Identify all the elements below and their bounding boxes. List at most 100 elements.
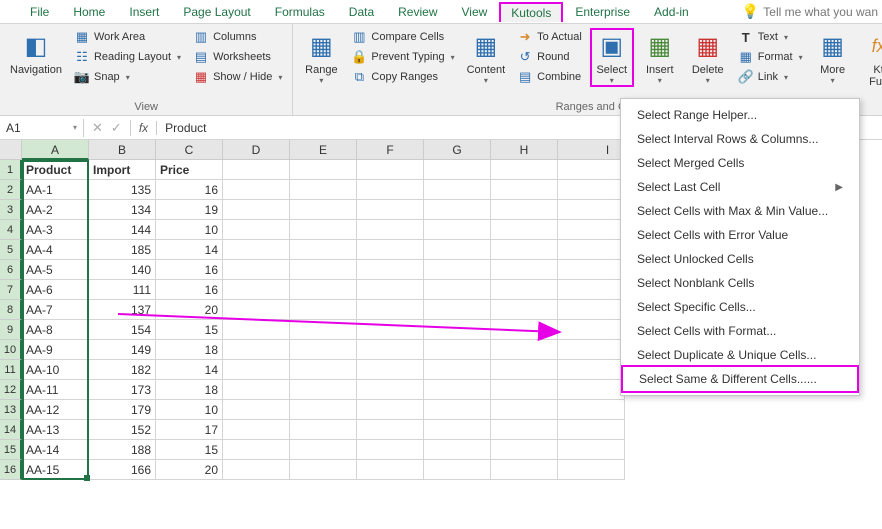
cell[interactable]	[223, 220, 290, 240]
cell[interactable]	[223, 240, 290, 260]
cell[interactable]	[357, 200, 424, 220]
kt-fun-button[interactable]: fx Kt Fun	[859, 28, 882, 90]
name-box[interactable]: A1 ▾	[0, 119, 84, 137]
more-button[interactable]: ▦ More▾	[811, 28, 855, 87]
cell[interactable]	[424, 200, 491, 220]
cell[interactable]	[357, 420, 424, 440]
cell[interactable]	[424, 220, 491, 240]
cell[interactable]: 16	[156, 280, 223, 300]
cell[interactable]	[558, 280, 625, 300]
cell[interactable]	[357, 300, 424, 320]
menu-item[interactable]: Select Cells with Error Value	[621, 223, 859, 247]
tab-page-layout[interactable]: Page Layout	[171, 1, 262, 23]
cell[interactable]	[290, 320, 357, 340]
cell[interactable]	[491, 180, 558, 200]
format-button[interactable]: ▦Format▾	[734, 48, 807, 66]
cell[interactable]	[290, 420, 357, 440]
cell[interactable]	[357, 360, 424, 380]
tab-enterprise[interactable]: Enterprise	[563, 1, 642, 23]
snap-button[interactable]: 📷Snap▾	[70, 68, 185, 86]
cell[interactable]	[558, 360, 625, 380]
cell[interactable]: AA-8	[22, 320, 89, 340]
cell[interactable]	[223, 200, 290, 220]
cell[interactable]	[491, 400, 558, 420]
accept-icon[interactable]: ✓	[111, 120, 122, 136]
cell[interactable]: 188	[89, 440, 156, 460]
cell[interactable]	[491, 420, 558, 440]
cell[interactable]	[290, 260, 357, 280]
cell[interactable]: 18	[156, 380, 223, 400]
tab-home[interactable]: Home	[61, 1, 117, 23]
cell[interactable]	[424, 180, 491, 200]
col-header-b[interactable]: B	[89, 140, 156, 160]
cell[interactable]: 182	[89, 360, 156, 380]
cell[interactable]	[424, 240, 491, 260]
cell[interactable]: 10	[156, 220, 223, 240]
cell[interactable]	[290, 340, 357, 360]
cell[interactable]	[223, 340, 290, 360]
cell[interactable]	[558, 380, 625, 400]
cell[interactable]	[491, 440, 558, 460]
tell-me-search[interactable]: 💡 Tell me what you wan	[742, 3, 882, 20]
row-header[interactable]: 15	[0, 440, 22, 460]
copy-ranges-button[interactable]: ⧉Copy Ranges	[347, 68, 458, 86]
text-button[interactable]: TText▾	[734, 28, 807, 46]
cell[interactable]	[424, 160, 491, 180]
cell[interactable]: 152	[89, 420, 156, 440]
cell[interactable]: 20	[156, 460, 223, 480]
cell[interactable]	[290, 400, 357, 420]
tab-review[interactable]: Review	[386, 1, 449, 23]
cell[interactable]	[424, 420, 491, 440]
row-header[interactable]: 8	[0, 300, 22, 320]
menu-item[interactable]: Select Specific Cells...	[621, 295, 859, 319]
reading-layout-button[interactable]: ☷Reading Layout▾	[70, 48, 185, 66]
cell[interactable]	[491, 240, 558, 260]
worksheets-button[interactable]: ▤Worksheets	[189, 48, 286, 66]
cell[interactable]	[223, 380, 290, 400]
cell[interactable]	[558, 160, 625, 180]
cell[interactable]	[424, 340, 491, 360]
menu-item[interactable]: Select Range Helper...	[621, 103, 859, 127]
cell[interactable]	[290, 220, 357, 240]
cell[interactable]	[491, 260, 558, 280]
cell[interactable]: Product	[22, 160, 89, 180]
to-actual-button[interactable]: ➜To Actual	[513, 28, 586, 46]
col-header-g[interactable]: G	[424, 140, 491, 160]
cell[interactable]	[357, 340, 424, 360]
cell[interactable]	[491, 380, 558, 400]
cell[interactable]	[491, 160, 558, 180]
cell[interactable]	[558, 460, 625, 480]
navigation-button[interactable]: ◧ Navigation	[6, 28, 66, 78]
row-header[interactable]: 10	[0, 340, 22, 360]
cell[interactable]: AA-3	[22, 220, 89, 240]
cell[interactable]	[491, 220, 558, 240]
cell[interactable]	[491, 280, 558, 300]
select-button[interactable]: ▣ Select▾	[590, 28, 634, 87]
cell[interactable]: AA-13	[22, 420, 89, 440]
cell[interactable]: 134	[89, 200, 156, 220]
cell[interactable]	[357, 240, 424, 260]
cell[interactable]	[558, 440, 625, 460]
cell[interactable]	[558, 420, 625, 440]
cell[interactable]	[357, 460, 424, 480]
menu-item[interactable]: Select Interval Rows & Columns...	[621, 127, 859, 151]
cell[interactable]: 15	[156, 320, 223, 340]
row-header[interactable]: 9	[0, 320, 22, 340]
tab-view[interactable]: View	[450, 1, 500, 23]
col-header-f[interactable]: F	[357, 140, 424, 160]
cell[interactable]	[491, 200, 558, 220]
show-hide-button[interactable]: ▦Show / Hide▾	[189, 68, 286, 86]
cell[interactable]	[424, 400, 491, 420]
menu-item[interactable]: Select Nonblank Cells	[621, 271, 859, 295]
cell[interactable]	[290, 360, 357, 380]
tab-data[interactable]: Data	[337, 1, 386, 23]
cell[interactable]	[357, 400, 424, 420]
cell[interactable]	[424, 280, 491, 300]
cell[interactable]: 16	[156, 180, 223, 200]
cell[interactable]: AA-4	[22, 240, 89, 260]
menu-item[interactable]: Select Cells with Max & Min Value...	[621, 199, 859, 223]
menu-item[interactable]: Select Same & Different Cells......	[621, 365, 859, 393]
cell[interactable]	[424, 260, 491, 280]
cell[interactable]	[491, 320, 558, 340]
cell[interactable]	[290, 460, 357, 480]
